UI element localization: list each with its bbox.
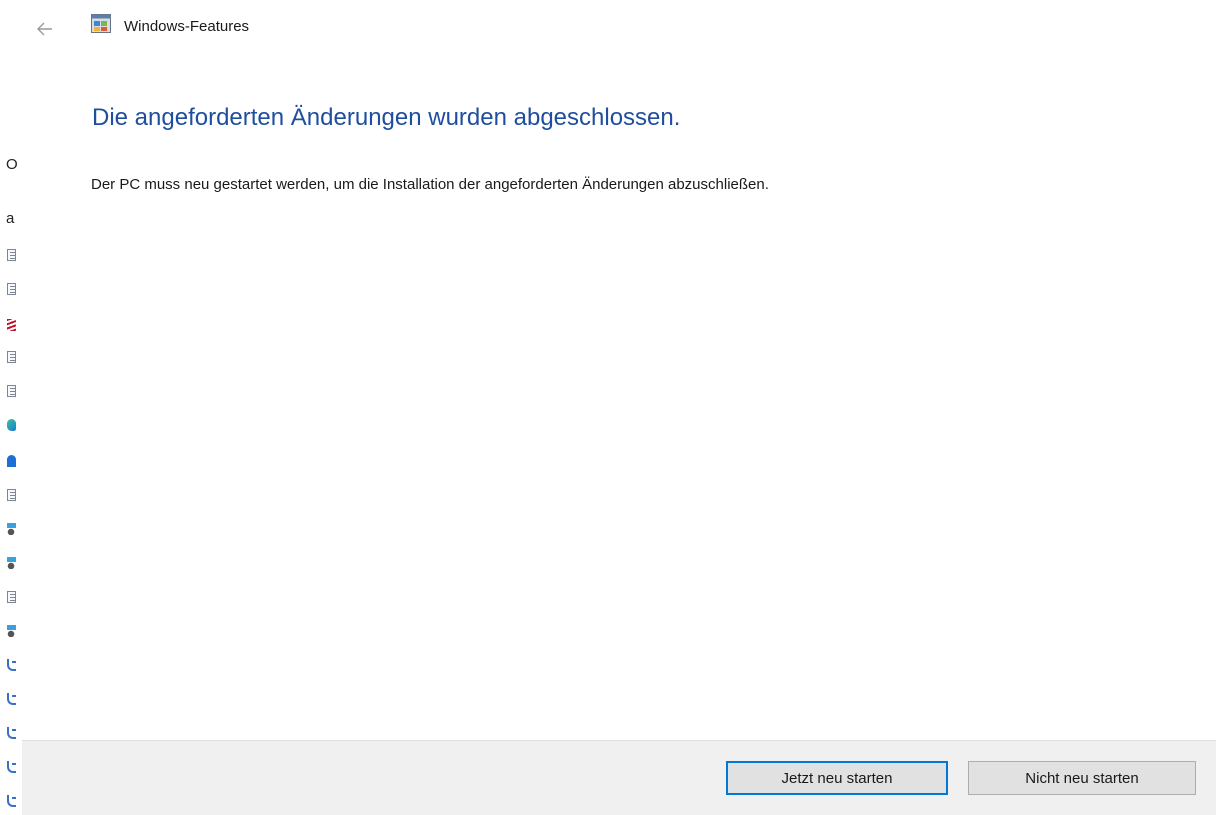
dialog-footer: Jetzt neu starten Nicht neu starten — [22, 740, 1216, 815]
completion-heading: Die angeforderten Änderungen wurden abge… — [92, 104, 681, 131]
document-icon — [7, 283, 16, 295]
edge-icon — [7, 419, 16, 431]
setup-icon — [7, 523, 16, 535]
registry-icon — [7, 659, 16, 671]
registry-icon — [7, 727, 16, 739]
document-icon — [7, 249, 16, 261]
setup-icon — [7, 557, 16, 569]
document-icon — [7, 591, 16, 603]
document-icon — [7, 351, 16, 363]
blue-icon — [7, 455, 16, 467]
background-window-strip: O a — [0, 150, 22, 814]
setup-icon — [7, 625, 16, 637]
dialog-title: Windows-Features — [124, 18, 250, 35]
document-icon — [7, 489, 16, 501]
restart-now-button[interactable]: Jetzt neu starten — [726, 761, 948, 795]
registry-icon — [7, 795, 16, 807]
dialog-header: Windows-Features — [0, 0, 1216, 60]
back-arrow-icon[interactable] — [34, 18, 56, 40]
document-icon — [7, 385, 16, 397]
registry-icon — [7, 761, 16, 773]
windows-features-icon — [91, 14, 111, 33]
background-text-fragment: O — [6, 156, 18, 173]
registry-icon — [7, 693, 16, 705]
red-striped-icon — [7, 319, 16, 331]
restart-required-message: Der PC muss neu gestartet werden, um die… — [91, 176, 769, 193]
background-text-fragment: a — [6, 210, 15, 227]
do-not-restart-button[interactable]: Nicht neu starten — [968, 761, 1196, 795]
